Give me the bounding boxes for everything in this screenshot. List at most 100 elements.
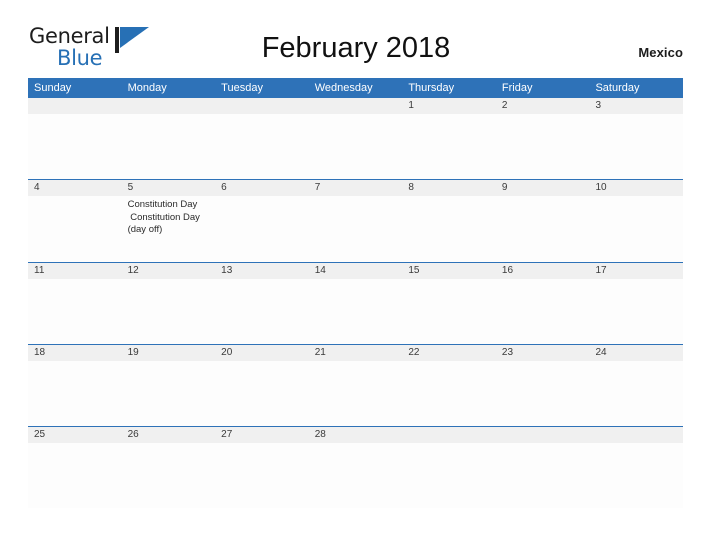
day-number-13[interactable]: 13 <box>215 263 309 279</box>
day-cell-empty <box>215 114 309 179</box>
day-number-7[interactable]: 7 <box>309 180 403 196</box>
day-cell-14[interactable] <box>309 279 403 344</box>
week-date-band: 11 12 13 14 15 16 17 <box>28 262 683 279</box>
day-number-27[interactable]: 27 <box>215 427 309 443</box>
day-cell-7[interactable] <box>309 196 403 262</box>
brand-logo[interactable]: General Blue <box>29 26 159 70</box>
day-cell-empty <box>589 443 683 508</box>
day-cell-27[interactable] <box>215 443 309 508</box>
calendar-week-row: 18 19 20 21 22 23 24 <box>28 344 683 426</box>
calendar-weeks: 1 2 3 4 5 6 7 8 9 10 Constitution Day Constitution… <box>28 98 683 508</box>
day-cell-8[interactable] <box>402 196 496 262</box>
day-cell-empty <box>402 443 496 508</box>
day-number-9[interactable]: 9 <box>496 180 590 196</box>
day-number-14[interactable]: 14 <box>309 263 403 279</box>
weekday-header-row: Sunday Monday Tuesday Wednesday Thursday Frid… <box>28 78 683 98</box>
day-number-empty <box>28 98 122 114</box>
day-number-20[interactable]: 20 <box>215 345 309 361</box>
day-cell-23[interactable] <box>496 361 590 426</box>
blue-triangle-flag-icon <box>115 27 151 53</box>
week-event-band <box>28 279 683 344</box>
day-number-18[interactable]: 18 <box>28 345 122 361</box>
day-number-11[interactable]: 11 <box>28 263 122 279</box>
day-number-22[interactable]: 22 <box>402 345 496 361</box>
page-header: General Blue February 2018 Mexico <box>0 0 712 69</box>
day-cell-25[interactable] <box>28 443 122 508</box>
week-event-band: Constitution Day Constitution Day (day of… <box>28 196 683 262</box>
day-cell-20[interactable] <box>215 361 309 426</box>
day-number-empty <box>215 98 309 114</box>
event-text: (day off) <box>127 224 163 235</box>
day-number-8[interactable]: 8 <box>402 180 496 196</box>
day-cell-1[interactable] <box>402 114 496 179</box>
day-cell-17[interactable] <box>589 279 683 344</box>
country-label: Mexico <box>638 45 683 60</box>
day-cell-10[interactable] <box>589 196 683 262</box>
day-cell-15[interactable] <box>402 279 496 344</box>
day-number-24[interactable]: 24 <box>589 345 683 361</box>
week-date-band: 123 <box>28 98 683 114</box>
day-number-10[interactable]: 10 <box>589 180 683 196</box>
day-number-16[interactable]: 16 <box>496 263 590 279</box>
calendar-week-row: 4 5 6 7 8 9 10 Constitution Day Constitution Da… <box>28 179 683 262</box>
day-number-23[interactable]: 23 <box>496 345 590 361</box>
day-cell-9[interactable] <box>496 196 590 262</box>
week-date-band: 18 19 20 21 22 23 24 <box>28 344 683 361</box>
day-number-empty <box>589 427 683 443</box>
day-cell-16[interactable] <box>496 279 590 344</box>
day-cell-26[interactable] <box>122 443 216 508</box>
week-date-band: 4 5 6 7 8 9 10 <box>28 179 683 196</box>
weekday-header-sunday: Sunday <box>34 82 72 94</box>
day-number-21[interactable]: 21 <box>309 345 403 361</box>
weekday-header-saturday: Saturday <box>595 82 640 94</box>
week-event-band <box>28 443 683 508</box>
day-number-15[interactable]: 15 <box>402 263 496 279</box>
week-date-band: 25 26 27 28 <box>28 426 683 443</box>
day-number-empty <box>309 98 403 114</box>
calendar-grid: Sunday Monday Tuesday Wednesday Thursday Frid… <box>28 78 683 508</box>
day-cell-22[interactable] <box>402 361 496 426</box>
day-cell-3[interactable] <box>589 114 683 179</box>
week-event-band <box>28 114 683 179</box>
day-number-4[interactable]: 4 <box>28 180 122 196</box>
day-number-empty <box>496 427 590 443</box>
day-cell-19[interactable] <box>122 361 216 426</box>
day-cell-11[interactable] <box>28 279 122 344</box>
day-cell-empty <box>309 114 403 179</box>
weekday-header-wednesday: Wednesday <box>314 82 373 94</box>
day-number-17[interactable]: 17 <box>589 263 683 279</box>
day-number-empty <box>122 98 216 114</box>
day-number-6[interactable]: 6 <box>215 180 309 196</box>
event-text: Constitution Day <box>127 199 198 210</box>
day-cell-28[interactable] <box>309 443 403 508</box>
day-cell-6[interactable] <box>215 196 309 262</box>
day-number-2[interactable]: 2 <box>496 98 590 114</box>
day-number-19[interactable]: 19 <box>122 345 216 361</box>
weekday-header-friday: Friday <box>501 82 533 94</box>
day-cell-4[interactable] <box>28 196 122 262</box>
day-cell-18[interactable] <box>28 361 122 426</box>
day-cell-21[interactable] <box>309 361 403 426</box>
day-cell-empty <box>122 114 216 179</box>
day-number-12[interactable]: 12 <box>122 263 216 279</box>
day-cell-5[interactable]: Constitution Day Constitution Day (day of… <box>122 196 216 262</box>
weekday-header-thursday: Thursday <box>408 82 455 94</box>
day-cell-empty <box>496 443 590 508</box>
weekday-header-monday: Monday <box>127 82 167 94</box>
day-cell-24[interactable] <box>589 361 683 426</box>
day-number-26[interactable]: 26 <box>122 427 216 443</box>
day-cell-empty <box>28 114 122 179</box>
day-number-5[interactable]: 5 <box>122 180 216 196</box>
day-cell-2[interactable] <box>496 114 590 179</box>
day-number-3[interactable]: 3 <box>589 98 683 114</box>
day-cell-13[interactable] <box>215 279 309 344</box>
day-number-1[interactable]: 1 <box>402 98 496 114</box>
day-number-28[interactable]: 28 <box>309 427 403 443</box>
week-event-band <box>28 361 683 426</box>
event-text: Constitution Day <box>127 211 200 223</box>
day-number-empty <box>402 427 496 443</box>
weekday-header-tuesday: Tuesday <box>221 82 263 94</box>
calendar-week-row: 123 <box>28 98 683 179</box>
day-number-25[interactable]: 25 <box>28 427 122 443</box>
day-cell-12[interactable] <box>122 279 216 344</box>
